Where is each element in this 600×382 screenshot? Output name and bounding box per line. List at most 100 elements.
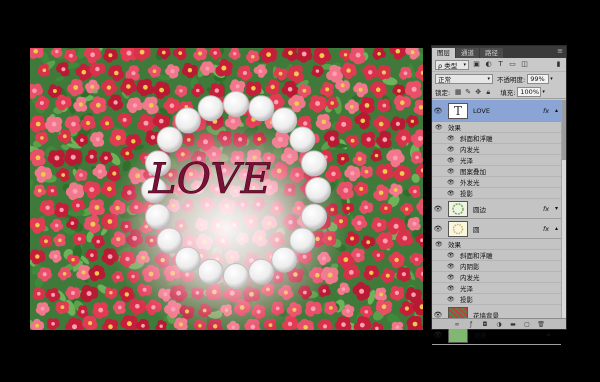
eye-icon[interactable]: 👁︎ [435,124,443,131]
flower-center [293,71,299,77]
effect-item[interactable]: 👁︎ 内阴影 [432,261,561,272]
eye-icon[interactable]: 👁︎ [447,168,455,175]
eye-icon[interactable]: 👁︎ [447,146,455,153]
layer-circle[interactable]: 👁︎ 圆 fx ▴ [432,219,561,239]
effect-item[interactable]: 👁︎ 内发光 [432,144,561,155]
flower-center [392,155,398,161]
lock-pixels-icon[interactable]: ✎ [464,88,472,96]
trash-icon[interactable]: 🗑︎ [537,321,546,328]
chevron-down-icon[interactable]: ▾ [550,76,553,82]
flower-center [287,87,293,92]
panel-menu-icon[interactable]: ≡ [557,47,563,55]
pixel-filter-icon[interactable]: ▣ [472,60,481,69]
effect-item[interactable]: 👁︎ 内发光 [432,272,561,283]
smart-object-filter-icon[interactable]: ◫ [520,60,529,69]
effects-header[interactable]: 👁︎ 效果 [432,239,561,250]
flower [137,114,156,133]
ring-thumbnail-icon [452,202,464,215]
layer-name[interactable]: 圆 [473,224,543,234]
tab-paths[interactable]: 路径 [480,48,503,58]
eye-icon[interactable]: 👁︎ [432,225,444,233]
effect-item[interactable]: 👁︎ 图案叠加 [432,166,561,177]
layer-round-edge[interactable]: 👁︎ 圆边 fx ▾ [432,199,561,219]
pearl-bead [289,126,316,153]
type-filter-icon[interactable]: T [496,60,505,69]
effect-item[interactable]: 👁︎ 斜面和浮雕 [432,133,561,144]
new-group-icon[interactable]: ▬ [509,321,518,328]
flower-center [341,287,346,291]
flower [391,321,404,330]
effects-header[interactable]: 👁︎ 效果 [432,122,561,133]
flower-center [44,239,48,244]
fx-icon[interactable]: fx [543,225,555,233]
fx-icon[interactable]: fx [543,205,555,213]
eye-icon[interactable]: 👁︎ [432,331,444,339]
eye-icon[interactable]: 👁︎ [447,190,455,197]
document-canvas[interactable]: LOVE [30,48,423,330]
flower [56,62,70,77]
tab-layers[interactable]: 图层 [432,48,455,58]
effect-item[interactable]: 👁︎ 光泽 [432,283,561,294]
lock-all-icon[interactable]: 🔒︎ [484,88,492,96]
add-mask-icon[interactable]: ◘ [481,321,490,328]
eye-icon[interactable]: 👁︎ [432,107,444,115]
flower-center [359,186,364,191]
layer-name[interactable]: 背景 [473,330,547,340]
eye-icon[interactable]: 👁︎ [447,285,455,292]
lock-transparency-icon[interactable]: ▦ [454,88,462,96]
filter-kind-select[interactable]: ρ 类型 ▾ [435,59,469,70]
chevron-down-icon[interactable]: ▾ [542,89,545,95]
new-adjustment-icon[interactable]: ◑ [495,321,504,328]
effect-item[interactable]: 👁︎ 光泽 [432,155,561,166]
eye-icon[interactable]: 👁︎ [432,205,444,213]
flower [353,181,369,197]
layer-name[interactable]: 圆边 [473,204,543,214]
flower-center [161,50,166,55]
flower [362,64,379,81]
lock-position-icon[interactable]: ✥ [474,88,482,96]
flower [360,131,376,148]
fill-field[interactable]: 100% [517,87,542,97]
flower-center [359,288,365,294]
eye-icon[interactable]: 👁︎ [447,296,455,303]
layer-love[interactable]: 👁︎ T LOVE fx ▴ [432,100,561,122]
new-layer-icon[interactable]: ▢ [523,321,532,328]
flower [83,215,101,234]
add-style-icon[interactable]: ƒ [467,321,476,328]
layer-list-scrollbar[interactable] [561,100,566,318]
fx-icon[interactable]: fx [543,107,555,115]
effect-item[interactable]: 👁︎ 投影 [432,294,561,305]
opacity-field[interactable]: 99% [527,74,550,84]
adjustment-filter-icon[interactable]: ◐ [484,60,493,69]
eye-icon[interactable]: 👁︎ [435,241,443,248]
effect-item[interactable]: 👁︎ 斜面和浮雕 [432,250,561,261]
tab-channels[interactable]: 通道 [456,48,479,58]
flower-center [364,205,368,210]
flower-center [382,103,387,108]
layer-name[interactable]: LOVE [473,107,543,115]
eye-icon[interactable]: 👁︎ [447,263,455,270]
eye-icon[interactable]: 👁︎ [447,135,455,142]
flower-center [303,121,308,126]
blend-mode-select[interactable]: 正常 ▾ [435,74,493,84]
scroll-thumb[interactable] [562,100,566,160]
link-layers-icon[interactable]: ∞ [453,321,462,328]
effect-item[interactable]: 👁︎ 外发光 [432,177,561,188]
flower [406,315,423,330]
eye-icon[interactable]: 👁︎ [447,157,455,164]
flower-center [37,291,41,296]
flower-center [385,273,390,278]
filter-toggle-icon[interactable]: ▮ [554,60,563,69]
flower [394,129,413,147]
flower-center [113,100,118,105]
eye-icon[interactable]: 👁︎ [447,179,455,186]
eye-icon[interactable]: 👁︎ [447,274,455,281]
flower [345,134,359,148]
shape-filter-icon[interactable]: ▭ [508,60,517,69]
flower [64,48,78,63]
flower-center [397,89,401,93]
eye-icon[interactable]: 👁︎ [447,252,455,259]
flower [237,65,253,81]
flower-center [95,66,100,72]
effect-item[interactable]: 👁︎ 投影 [432,188,561,199]
